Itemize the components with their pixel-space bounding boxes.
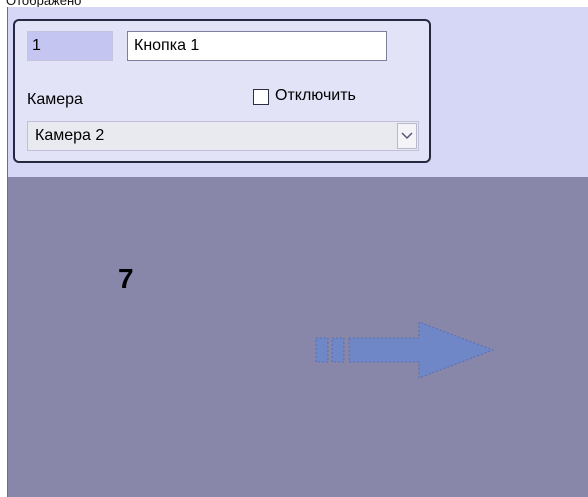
disable-label: Отключить [275,87,356,104]
frame-border [7,7,8,497]
button-id-input[interactable] [27,31,113,61]
video-preview-area [8,177,588,497]
button-settings-panel: Камера Отключить Камера 2 [13,19,431,163]
button-name-input[interactable] [127,31,387,61]
disable-checkbox[interactable] [253,89,269,105]
camera-select-value: Камера 2 [35,127,105,144]
camera-select[interactable]: Камера 2 [27,121,419,151]
select-dropdown-button[interactable] [397,123,417,149]
camera-label: Камера [27,91,83,108]
chevron-down-icon [401,132,413,140]
preview-number: 7 [118,263,134,294]
arrow-right-icon[interactable] [313,318,495,382]
